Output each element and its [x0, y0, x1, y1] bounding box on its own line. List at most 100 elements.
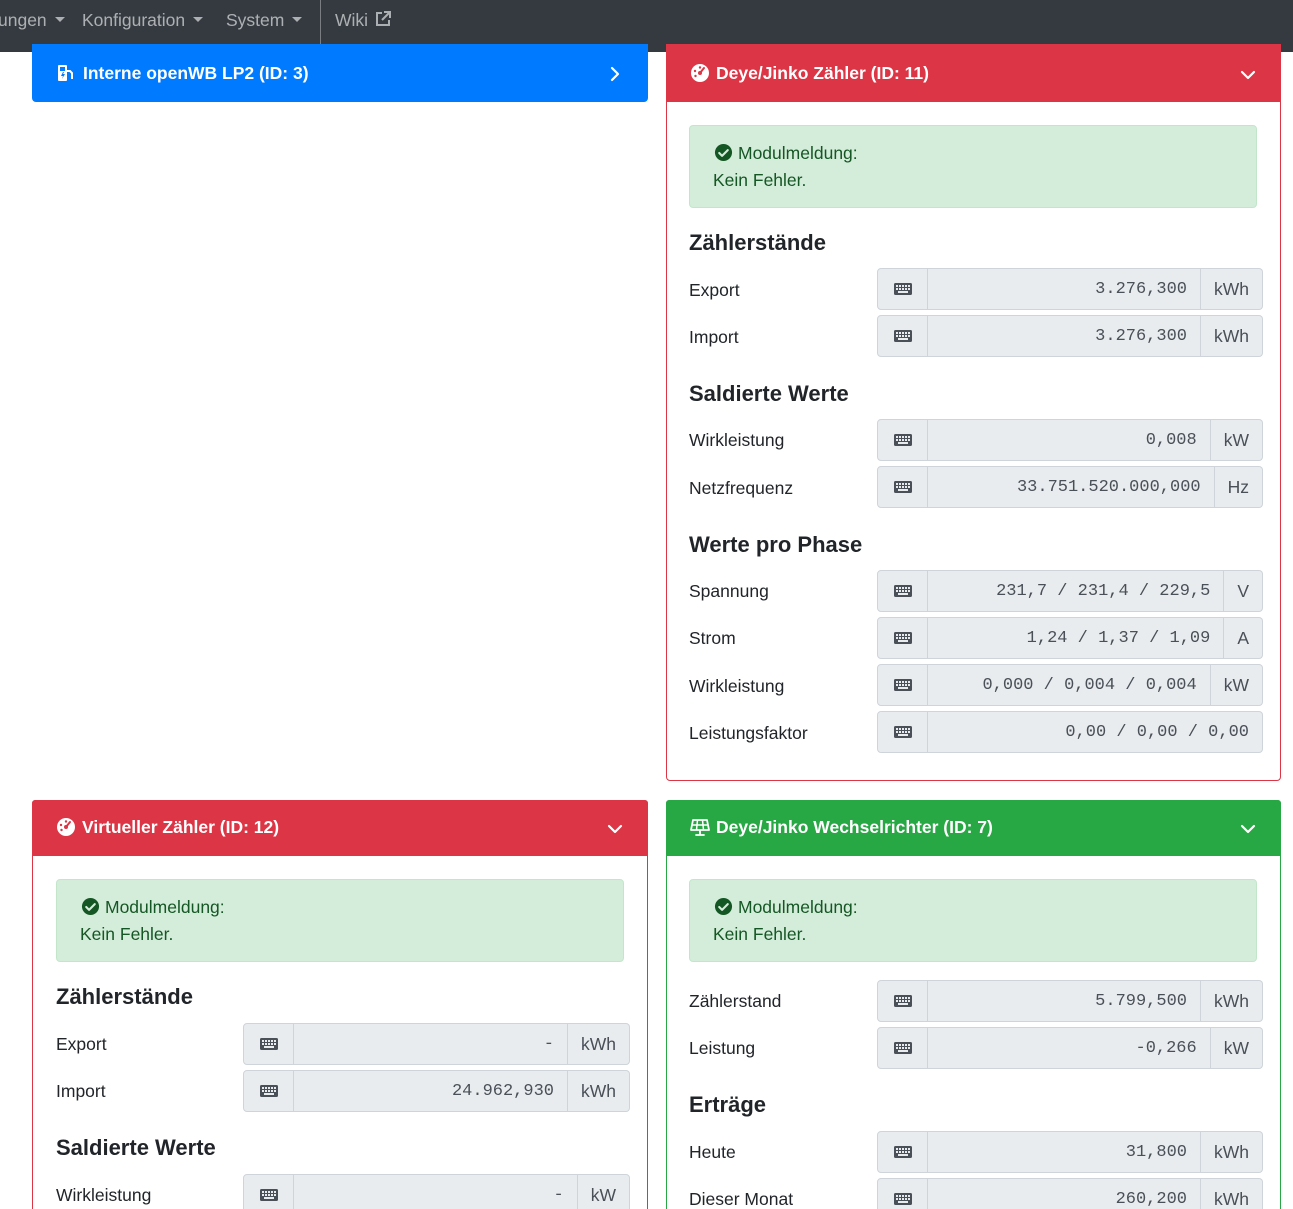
- field-label-power: Wirkleistung: [56, 1185, 152, 1205]
- section-title-counters: Zählerstände: [56, 984, 193, 1009]
- field-label-voltage: Spannung: [689, 581, 769, 601]
- unit-label: A: [1224, 617, 1263, 659]
- voltage-value-field: 231,7 / 231,4 / 229,5 V: [877, 570, 1263, 612]
- chevron-down-icon[interactable]: [1239, 66, 1257, 84]
- power-value-field: - kW: [243, 1174, 630, 1209]
- keyboard-icon: [877, 617, 928, 659]
- card-meter-virtual: Virtueller Zähler (ID: 12) Modulmeldung:…: [32, 800, 648, 1209]
- power-value-field: -0,266 kW: [877, 1027, 1263, 1069]
- card-title: Interne openWB LP2 (ID: 3): [83, 63, 309, 83]
- import-value-field: 24.962,930 kWh: [243, 1070, 630, 1112]
- voltage-value: 231,7 / 231,4 / 229,5: [928, 570, 1225, 612]
- unit-label: kW: [577, 1174, 630, 1209]
- field-label-power: Wirkleistung: [689, 430, 785, 450]
- keyboard-icon: [243, 1070, 294, 1112]
- current-value-field: 1,24 / 1,37 / 1,09 A: [877, 617, 1263, 659]
- keyboard-icon: [877, 466, 928, 508]
- field-label-phase-power: Wirkleistung: [689, 676, 785, 696]
- frequency-value: 33.751.520.000,000: [928, 466, 1215, 508]
- today-value-field: 31,800 kWh: [877, 1131, 1263, 1173]
- card-header-inverter-deye[interactable]: Deye/Jinko Wechselrichter (ID: 7): [666, 800, 1281, 856]
- keyboard-icon: [877, 711, 928, 753]
- field-label-power: Leistung: [689, 1038, 756, 1058]
- check-circle-icon: [714, 143, 733, 162]
- nav-menu-system-label: System: [226, 10, 285, 30]
- alert-title: Modulmeldung:: [714, 897, 858, 918]
- alert-title: Modulmeldung:: [714, 143, 858, 164]
- phase-power-value-field: 0,000 / 0,004 / 0,004 kW: [877, 664, 1263, 706]
- chevron-right-icon[interactable]: [606, 65, 624, 83]
- export-value: -: [294, 1023, 568, 1065]
- counter-value-field: 5.799,500 kWh: [877, 980, 1263, 1022]
- card-header-chargepoint-lp2[interactable]: Interne openWB LP2 (ID: 3): [32, 44, 648, 102]
- alert-message: Kein Fehler.: [713, 170, 807, 190]
- power-value-field: 0,008 kW: [877, 419, 1263, 461]
- unit-label: kW: [1210, 664, 1263, 706]
- unit-label: kWh: [1201, 315, 1263, 357]
- unit-label: kWh: [1201, 980, 1263, 1022]
- field-label-today: Heute: [689, 1142, 736, 1162]
- unit-label: kWh: [1201, 1131, 1263, 1173]
- field-label-frequency: Netzfrequenz: [689, 478, 794, 498]
- field-label-export: Export: [56, 1034, 107, 1054]
- field-label-month: Dieser Monat: [689, 1189, 794, 1209]
- section-title-phase: Werte pro Phase: [689, 532, 863, 557]
- import-value-field: 3.276,300 kWh: [877, 315, 1263, 357]
- keyboard-icon: [877, 419, 928, 461]
- alert-message: Kein Fehler.: [713, 924, 807, 944]
- chevron-down-icon[interactable]: [1239, 820, 1257, 838]
- field-label-power-factor: Leistungsfaktor: [689, 723, 808, 743]
- alert-title-text: Modulmeldung:: [738, 143, 858, 163]
- unit-label: kWh: [1201, 268, 1263, 310]
- alert-message: Kein Fehler.: [80, 924, 174, 944]
- card-header-meter-virtual[interactable]: Virtueller Zähler (ID: 12): [32, 800, 648, 856]
- export-value-field: 3.276,300 kWh: [877, 268, 1263, 310]
- keyboard-icon: [877, 315, 928, 357]
- chevron-down-icon[interactable]: [606, 820, 624, 838]
- alert-title-text: Modulmeldung:: [105, 897, 225, 917]
- month-value: 260,200: [928, 1178, 1201, 1209]
- power-value: 0,008: [928, 419, 1211, 461]
- check-circle-icon: [714, 897, 733, 916]
- keyboard-icon: [877, 268, 928, 310]
- field-label-counter: Zählerstand: [689, 991, 782, 1011]
- unit-label: kW: [1210, 1027, 1263, 1069]
- unit-label: Hz: [1214, 466, 1263, 508]
- alert-title: Modulmeldung:: [81, 897, 225, 918]
- card-chargepoint-lp2: Interne openWB LP2 (ID: 3): [32, 44, 648, 102]
- section-title-balanced: Saldierte Werte: [56, 1135, 216, 1160]
- power-value: -0,266: [928, 1027, 1211, 1069]
- card-meter-deye: Deye/Jinko Zähler (ID: 11) Modulmeldung:…: [666, 44, 1281, 781]
- caret-down-icon: [193, 17, 204, 22]
- nav-link-wiki-label: Wiki: [335, 10, 369, 30]
- card-title: Deye/Jinko Zähler (ID: 11): [716, 63, 929, 83]
- nav-divider: [320, 0, 321, 44]
- import-value: 24.962,930: [294, 1070, 568, 1112]
- charging-station-icon: [58, 65, 73, 81]
- keyboard-icon: [243, 1023, 294, 1065]
- solar-panel-icon: [690, 819, 710, 836]
- keyboard-icon: [877, 1027, 928, 1069]
- power-value: -: [294, 1174, 578, 1209]
- nav-menu-settings[interactable]: ungen: [0, 10, 65, 31]
- gauge-icon: [691, 64, 709, 82]
- section-title-yields: Erträge: [689, 1092, 767, 1117]
- nav-menu-configuration-label: Konfiguration: [82, 10, 186, 30]
- gauge-icon: [57, 818, 75, 836]
- section-title-balanced: Saldierte Werte: [689, 381, 849, 406]
- caret-down-icon: [54, 17, 65, 22]
- month-value-field: 260,200 kWh: [877, 1178, 1263, 1209]
- card-title: Virtueller Zähler (ID: 12): [82, 817, 280, 837]
- current-value: 1,24 / 1,37 / 1,09: [928, 617, 1225, 659]
- nav-menu-system[interactable]: System: [226, 10, 303, 31]
- module-status-alert: Modulmeldung: Kein Fehler.: [56, 879, 624, 962]
- alert-title-text: Modulmeldung:: [738, 897, 858, 917]
- card-header-meter-deye[interactable]: Deye/Jinko Zähler (ID: 11): [666, 44, 1281, 102]
- today-value: 31,800: [928, 1131, 1201, 1173]
- nav-link-wiki[interactable]: Wiki: [335, 10, 392, 31]
- keyboard-icon: [877, 1131, 928, 1173]
- keyboard-icon: [877, 1178, 928, 1209]
- nav-menu-configuration[interactable]: Konfiguration: [82, 10, 204, 31]
- module-status-alert: Modulmeldung: Kein Fehler.: [689, 879, 1257, 962]
- keyboard-icon: [877, 664, 928, 706]
